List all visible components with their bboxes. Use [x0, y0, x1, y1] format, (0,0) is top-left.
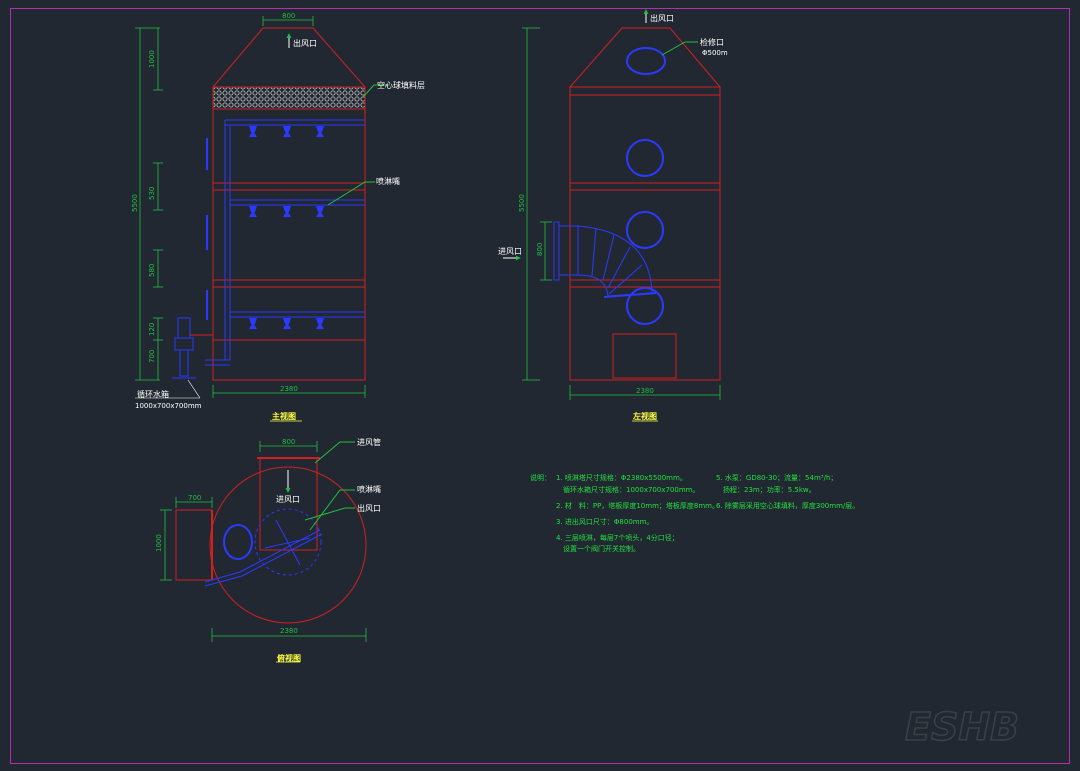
front-view — [135, 16, 390, 422]
cad-drawing: 800 2380 1000 5500 530 580 120 700 出风口 空… — [131, 9, 1020, 750]
side-dim-bottom: 2380 — [636, 387, 654, 395]
side-hood — [568, 27, 722, 88]
side-inlet-label: 进风口 — [498, 247, 522, 256]
front-tower-body — [212, 108, 366, 381]
note-5a: 5. 水泵：GD80-30；流量：54m³/h； — [716, 473, 837, 482]
top-inspection-port — [223, 524, 253, 560]
side-dimensions — [522, 27, 721, 400]
top-inlet-pipe-label: 进风管 — [357, 437, 381, 447]
top-dim-1000: 1000 — [155, 534, 163, 552]
watermark-logo: ESHB — [905, 705, 1019, 749]
side-inspection-size: Φ500m — [702, 49, 728, 57]
note-5b: 扬程：23m；功率：5.5kw。 — [723, 485, 816, 494]
front-dim-700: 700 — [148, 350, 156, 363]
note-6: 6. 除雾层采用空心球填料，厚度300mm/层。 — [716, 501, 859, 510]
top-tank — [175, 509, 213, 581]
inspection-port-1 — [626, 139, 664, 177]
side-caption: 左视图 — [632, 411, 657, 421]
front-outlet-label: 出风口 — [293, 38, 317, 48]
front-packing-layer — [212, 86, 366, 110]
side-inspection-label: 检修口 — [700, 37, 724, 47]
note-3: 3. 进出风口尺寸：Φ800mm。 — [556, 517, 653, 526]
side-tank — [612, 333, 677, 379]
side-outlet-label: 出风口 — [650, 13, 674, 23]
front-dim-top: 800 — [282, 12, 295, 20]
side-tower-body — [569, 86, 721, 381]
front-nozzles — [249, 126, 324, 329]
top-dim-2380: 2380 — [280, 627, 298, 635]
front-dim-5500: 5500 — [131, 194, 139, 212]
front-tank-size: 1000x700x700mm — [135, 402, 202, 410]
front-caption: 主视图 — [272, 411, 296, 421]
front-dim-580: 580 — [148, 264, 156, 277]
top-dim-700: 700 — [188, 494, 201, 502]
inlet-elbow — [553, 221, 657, 298]
pump-icon — [172, 317, 196, 379]
front-tank-label: 循环水箱 — [137, 389, 169, 399]
note-4b: 设置一个阀门开关控制。 — [563, 544, 640, 553]
front-packing-label: 空心球填料层 — [377, 80, 425, 90]
top-spray-pipes — [204, 508, 323, 587]
note-4a: 4. 三层喷淋，每层7个喷头，4分口径； — [556, 533, 679, 542]
side-view — [503, 9, 722, 422]
notes-heading: 说明： — [530, 473, 551, 482]
front-nozzle-label: 喷淋嘴 — [376, 176, 400, 186]
note-2: 2. 材 料：PP，塔板厚度10mm；塔板厚度8mm。 — [556, 501, 719, 510]
front-dim-120: 120 — [148, 323, 156, 336]
front-dim-530: 530 — [148, 187, 156, 200]
note-1b: 循环水箱尺寸规格：1000x700x700mm。 — [563, 485, 699, 494]
front-dim-bottom: 2380 — [280, 385, 298, 393]
notes-block: 说明： 1. 喷淋塔尺寸规格：Φ2380x5500mm。 循环水箱尺寸规格：10… — [530, 473, 859, 553]
inspection-port-2 — [626, 211, 664, 249]
top-nozzle-label: 喷淋嘴 — [357, 484, 381, 494]
top-outlet-label: 出风口 — [357, 503, 381, 513]
inspection-port-top — [626, 47, 666, 75]
top-caption: 俯视图 — [277, 653, 301, 663]
note-1a: 1. 喷淋塔尺寸规格：Φ2380x5500mm。 — [556, 473, 687, 482]
side-dim-800: 800 — [536, 243, 544, 256]
top-inlet-label: 进风口 — [276, 495, 300, 504]
front-dim-1000: 1000 — [148, 50, 156, 68]
top-view — [160, 441, 367, 663]
top-dim-800: 800 — [282, 438, 295, 446]
side-dim-5500: 5500 — [518, 194, 526, 212]
